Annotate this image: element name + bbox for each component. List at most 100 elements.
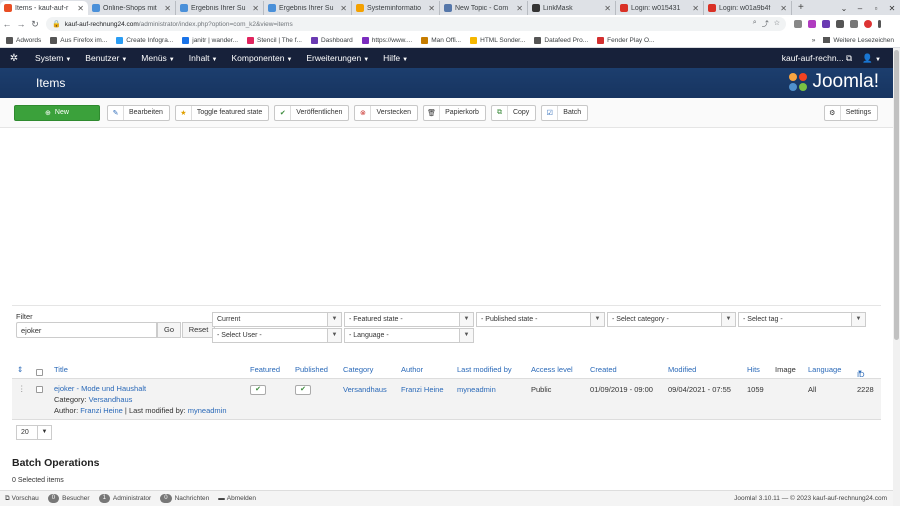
bookmark-item[interactable]: Datafeed Pro... [534,36,588,44]
close-tab-icon[interactable]: ✕ [340,4,347,13]
item-title-link[interactable]: ejoker - Mode und Haushalt [54,384,146,393]
minimize-icon[interactable]: – [852,4,868,13]
col-author[interactable]: Author [401,365,423,374]
item-category-link[interactable]: Versandhaus [89,395,133,404]
extension-icon[interactable] [808,20,816,28]
col-published[interactable]: Published [295,365,328,374]
bookmark-item[interactable]: Aus Firefox im... [50,36,107,44]
browser-tab[interactable]: Online-Shops mit ✕ [88,1,176,15]
menu-item[interactable]: Menüs ▼ [134,53,181,63]
list-limit-select[interactable]: 20 ▼ [16,425,52,440]
scrollbar-thumb[interactable] [894,50,899,340]
user-menu[interactable]: 👤 ▼ [862,53,881,64]
drag-handle-icon[interactable]: ⋮ [18,384,26,393]
bookmark-star-icon[interactable]: ☆ [774,19,780,29]
menu-item[interactable]: Komponenten ▼ [225,53,300,63]
state-select[interactable]: Current ▼ [212,312,342,327]
user-select[interactable]: - Select User - ▼ [212,328,342,343]
col-category[interactable]: Category [343,365,373,374]
col-title[interactable]: Title [54,365,68,374]
close-tab-icon[interactable]: ✕ [516,4,523,13]
item-modifier-link[interactable]: myneadmin [188,406,227,415]
browser-tab[interactable]: Systeminformatio ✕ [352,1,440,15]
close-tab-icon[interactable]: ✕ [252,4,259,13]
tab-search-icon[interactable]: ⌄ [836,4,852,13]
close-tab-icon[interactable]: ✕ [77,4,84,13]
search-input[interactable] [16,322,157,338]
unpublish-button[interactable]: ⊗ Verstecken [354,104,419,121]
site-link[interactable]: kauf-auf-rechn... ⧉ [782,53,852,64]
browser-tab[interactable]: Ergebnis Ihrer Su ✕ [264,1,352,15]
close-tab-icon[interactable]: ✕ [164,4,171,13]
col-hits[interactable]: Hits [747,365,760,374]
extension-icon[interactable] [822,20,830,28]
menu-item[interactable]: System ▼ [28,53,78,63]
browser-tab[interactable]: Ergebnis Ihrer Su ✕ [176,1,264,15]
bookmark-item[interactable]: janitr | wander... [182,36,238,44]
profile-avatar[interactable] [864,20,872,28]
forward-icon[interactable]: → [14,19,28,29]
maximize-icon[interactable]: ▫ [868,4,884,13]
back-icon[interactable]: ← [0,19,14,29]
menu-item[interactable]: Erweiterungen ▼ [299,53,376,63]
close-tab-icon[interactable]: ✕ [692,4,699,13]
item-author-link[interactable]: Franzi Heine [80,406,123,415]
other-bookmarks[interactable]: » Weitere Lesezeichen [812,37,894,44]
row-checkbox[interactable] [36,386,43,395]
category-select[interactable]: - Select category - ▼ [607,312,736,327]
close-tab-icon[interactable]: ✕ [604,4,611,13]
close-window-icon[interactable]: ✕ [884,4,900,13]
reload-icon[interactable]: ↻ [28,19,42,30]
menu-icon[interactable] [878,20,881,28]
col-featured[interactable]: Featured [250,365,280,374]
browser-tab[interactable]: Items - kauf-auf-r ✕ [0,1,88,15]
sidepanel-icon[interactable] [850,20,858,28]
go-button[interactable]: Go [157,322,181,338]
joomla-logo-icon[interactable]: ✲ [0,53,28,64]
browser-tab[interactable]: LinkMask ✕ [528,1,616,15]
featured-toggle[interactable]: ✔ [250,385,266,395]
publish-button[interactable]: ✔ Veröffentlichen [274,104,350,121]
bookmark-item[interactable]: Stencil | The f... [247,36,302,44]
puzzle-icon[interactable] [836,20,844,28]
url-field[interactable]: 🔒 kauf-auf-rechnung24.com /administrator… [46,17,786,31]
featured-state-select[interactable]: - Featured state - ▼ [344,312,474,327]
menu-item[interactable]: Inhalt ▼ [182,53,225,63]
row-author-link[interactable]: Franzi Heine [401,385,444,394]
logout-link[interactable]: ▬ Abmelden [218,495,256,502]
bookmark-item[interactable]: Create Infogra... [116,36,173,44]
menu-item[interactable]: Benutzer ▼ [78,53,134,63]
bookmark-item[interactable]: Adwords [6,36,41,44]
copy-button[interactable]: ⧉ Copy [490,104,537,121]
menu-item[interactable]: Hilfe ▼ [376,53,415,63]
bookmark-item[interactable]: HTML Sonder... [470,36,525,44]
language-select[interactable]: - Language - ▼ [344,328,474,343]
col-created[interactable]: Created [590,365,617,374]
bookmark-item[interactable]: https://www.... [361,36,412,44]
reset-button[interactable]: Reset [182,322,215,338]
col-access-level[interactable]: Access level [531,365,573,374]
toggle-featured-button[interactable]: ★ Toggle featured state [174,104,270,121]
edit-button[interactable]: ✎ Bearbeiten [107,104,170,121]
col-last-modified-by[interactable]: Last modified by [457,365,512,374]
tag-select[interactable]: - Select tag - ▼ [738,312,866,327]
batch-button[interactable]: ☑ Batch [541,104,589,121]
ordering-icon[interactable]: ⇕ [17,365,23,374]
bookmark-item[interactable]: Dashboard [310,36,353,44]
browser-tab[interactable]: Login: w01a9b4f ✕ [704,1,792,15]
messages-link[interactable]: 0 Nachrichten [160,494,209,503]
settings-button[interactable]: ⚙ Settings [823,104,878,121]
browser-tab[interactable]: Login: w015431 ✕ [616,1,704,15]
published-toggle[interactable]: ✔ [295,385,311,395]
share-icon[interactable]: ⤴ [762,19,769,29]
new-button[interactable]: ⊕ New [14,104,100,121]
row-category-link[interactable]: Versandhaus [343,385,387,394]
close-tab-icon[interactable]: ✕ [428,4,435,13]
published-state-select[interactable]: - Published state - ▼ [476,312,605,327]
new-tab-button[interactable]: + [792,1,810,15]
zoom-icon[interactable]: ⌕ [753,19,757,29]
browser-tab[interactable]: New Topic - Com ✕ [440,1,528,15]
col-modified[interactable]: Modified [668,365,696,374]
close-tab-icon[interactable]: ✕ [780,4,787,13]
bookmark-item[interactable]: Fender Play O... [597,36,654,44]
